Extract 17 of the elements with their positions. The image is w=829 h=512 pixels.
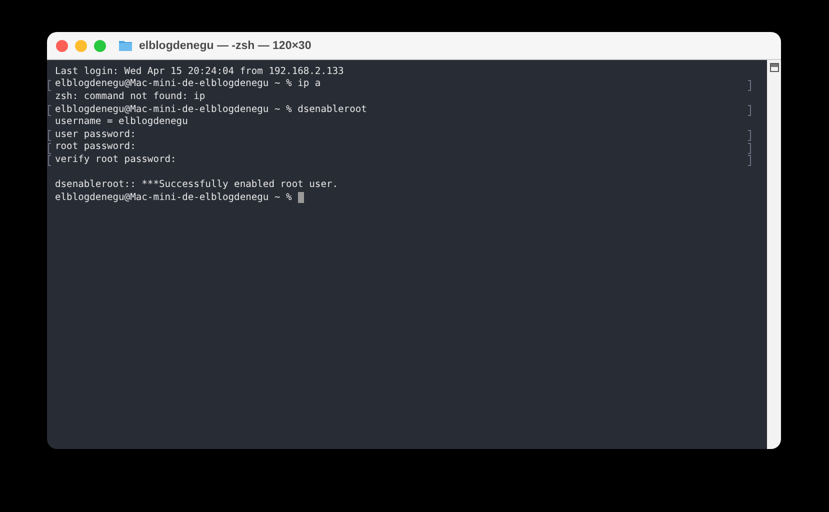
close-icon[interactable] (56, 40, 68, 52)
minimize-icon[interactable] (75, 40, 87, 52)
window-title: elblogdenegu — -zsh — 120×30 (139, 40, 312, 52)
terminal-line: root password: (55, 141, 136, 152)
terminal-line: verify root password: (55, 154, 176, 165)
folder-icon (119, 40, 132, 51)
terminal-line: elblogdenegu@Mac-mini-de-elblogdenegu ~ % dsenableroot (55, 104, 367, 115)
zoom-icon[interactable] (94, 40, 106, 52)
terminal-line: elblogdenegu@Mac-mini-de-elblogdenegu ~ % (55, 192, 292, 203)
terminal-line: elblogdenegu@Mac-mini-de-elblogdenegu ~ % ip a (55, 78, 321, 90)
terminal-line: username = elblogdenegu (55, 116, 188, 128)
split-pane-icon[interactable] (770, 63, 778, 72)
terminal-line: zsh: command not found: ip (55, 90, 206, 102)
terminal-line: user password: (55, 128, 136, 140)
terminal-line: Last login: Wed Apr 15 20:24:04 from 192.168.2.133 (55, 66, 344, 77)
scroll-bar[interactable] (767, 60, 781, 449)
terminal-line: dsenableroot:: ***Successfully enabled root user. (55, 179, 338, 190)
